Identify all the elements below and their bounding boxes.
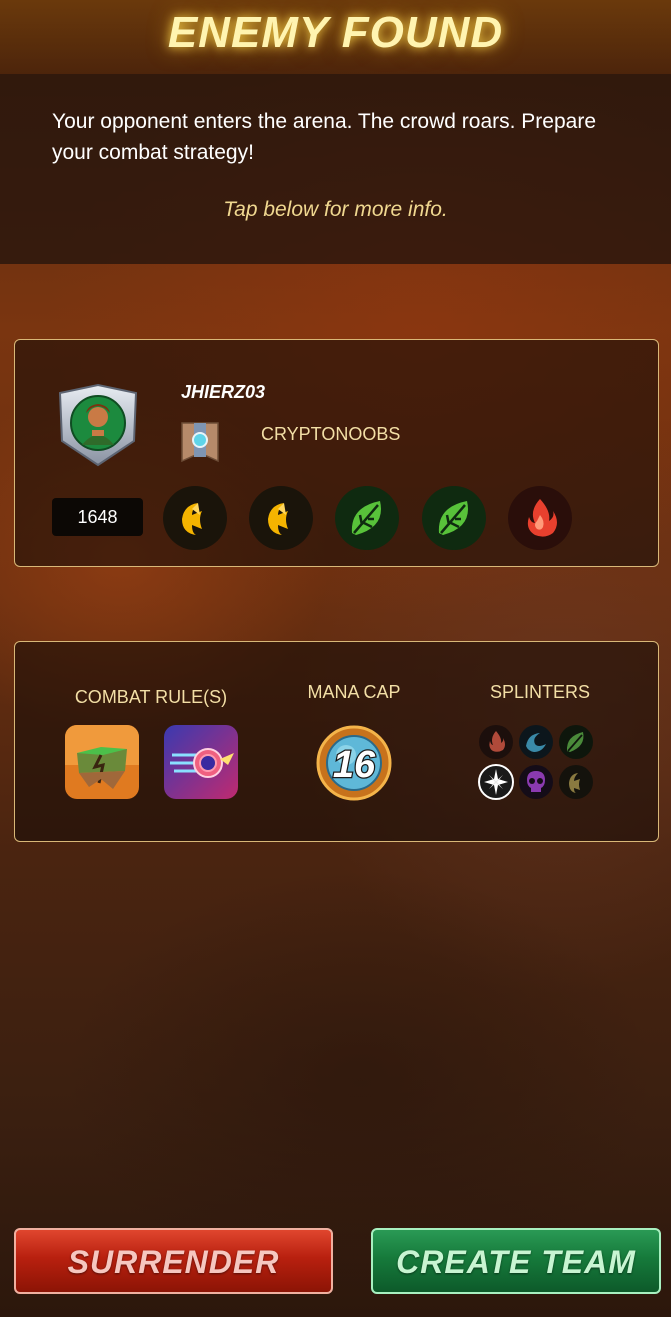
recent-splinter-earth-icon [421, 485, 487, 551]
tap-info-link[interactable]: Tap below for more info. [0, 198, 671, 222]
guild-banner-icon [180, 421, 220, 463]
page-title: ENEMY FOUND [167, 8, 504, 57]
hero-portrait-icon [52, 383, 144, 467]
earth-splinter-icon [558, 724, 594, 760]
life-splinter-icon [478, 764, 514, 800]
mana-cap-icon: 16 [316, 725, 392, 801]
opponent-name: JHIERZ03 [181, 382, 266, 402]
recent-splinter-death-icon [162, 485, 228, 551]
fire-splinter-icon [478, 724, 514, 760]
intro-box [0, 74, 671, 264]
recent-splinter-earth-icon [334, 485, 400, 551]
mana-cap-label: MANA CAP [307, 682, 401, 702]
combat-rules-label: COMBAT RULE(S) [74, 687, 228, 707]
water-splinter-icon [518, 724, 554, 760]
recent-splinter-death-icon [248, 485, 314, 551]
death-splinter-icon [518, 764, 554, 800]
surrender-button[interactable]: SURRENDER [14, 1228, 333, 1294]
earthquake-rule-icon[interactable] [65, 725, 139, 799]
guild-name: CRYPTONOOBS [261, 424, 401, 444]
dragon-splinter-icon [558, 764, 594, 800]
opponent-rating: 1648 [52, 498, 143, 536]
super-sneak-rule-icon[interactable] [164, 725, 238, 799]
recent-splinter-fire-icon [507, 485, 573, 551]
create-team-button[interactable]: CREATE TEAM [371, 1228, 661, 1294]
intro-message: Your opponent enters the arena. The crow… [52, 110, 597, 164]
mana-cap-value: 16 [333, 744, 376, 786]
splinters-label: SPLINTERS [489, 682, 591, 702]
